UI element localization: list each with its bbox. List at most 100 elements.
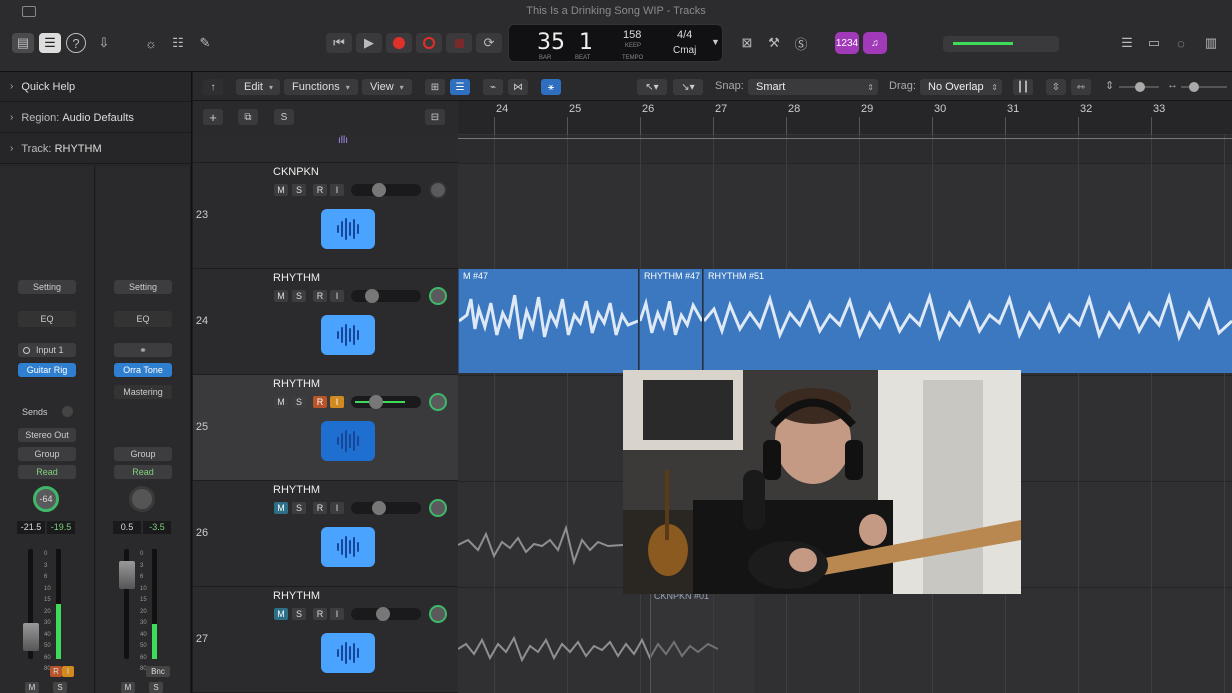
- setting-button[interactable]: Setting: [114, 280, 172, 294]
- solo-icon[interactable]: Ⓢ: [790, 33, 812, 53]
- bar-ruler[interactable]: 24 25 26 27 28 29 30 31 32 33: [458, 101, 1232, 135]
- mute-button[interactable]: M: [274, 290, 288, 302]
- sends-knob[interactable]: [62, 406, 73, 417]
- browser-icon[interactable]: ▥: [1200, 33, 1222, 53]
- record-icon[interactable]: [386, 33, 412, 53]
- track-pan-knob[interactable]: [429, 393, 447, 411]
- pointer-tool-icon[interactable]: ↖▾: [637, 79, 667, 95]
- volume-thumb[interactable]: [376, 607, 390, 621]
- up-arrow-icon[interactable]: ↑: [203, 79, 223, 95]
- track-header[interactable]: 26 RHYTHM M S R I: [193, 481, 458, 587]
- track-name[interactable]: RHYTHM: [273, 378, 320, 390]
- audio-region[interactable]: RHYTHM #51: [703, 269, 1232, 373]
- edit-menu[interactable]: Edit ▾: [236, 79, 280, 95]
- volume-thumb[interactable]: [372, 501, 386, 515]
- track-volume-slider[interactable]: [351, 501, 421, 515]
- output-slot[interactable]: Stereo Out: [18, 428, 76, 442]
- snap-select[interactable]: Smart ⇕: [748, 79, 878, 95]
- lcd-menu-chevron-icon[interactable]: ▼: [711, 37, 720, 47]
- audio-region[interactable]: M #47: [458, 269, 638, 373]
- input-monitor-button[interactable]: I: [62, 666, 74, 677]
- volume-thumb[interactable]: [369, 395, 383, 409]
- plugin-slot-guitar-rig[interactable]: Guitar Rig: [18, 363, 76, 377]
- record-enable-button[interactable]: R: [313, 290, 327, 302]
- track-pan-knob[interactable]: [429, 287, 447, 305]
- track-pan-knob[interactable]: [429, 499, 447, 517]
- collapse-icon[interactable]: ⊟: [425, 109, 445, 125]
- track-volume-slider[interactable]: [351, 395, 421, 409]
- track-name[interactable]: CKNPKN: [273, 166, 319, 178]
- functions-menu[interactable]: Functions ▾: [284, 79, 358, 95]
- volume-fader[interactable]: [23, 623, 39, 651]
- record-enable-button[interactable]: R: [313, 396, 327, 408]
- record-enable-button[interactable]: R: [313, 502, 327, 514]
- stereo-link-icon[interactable]: ⚭: [114, 343, 172, 357]
- solo-button[interactable]: S: [53, 682, 67, 693]
- volume-fader[interactable]: [119, 561, 135, 589]
- record-enable-button[interactable]: R: [313, 184, 327, 196]
- track-header[interactable]: 27 RHYTHM M S R I: [193, 587, 458, 693]
- toolbar-toggle-icon[interactable]: ☰: [39, 33, 61, 53]
- tuner-icon[interactable]: ⚒: [763, 33, 785, 53]
- eq-button[interactable]: EQ: [114, 311, 172, 327]
- download-icon[interactable]: ⇩: [93, 33, 115, 53]
- track-volume-slider[interactable]: [351, 183, 421, 197]
- track-volume-slider[interactable]: [351, 607, 421, 621]
- region-row[interactable]: › Region: Audio Defaults: [0, 103, 191, 133]
- stop-icon[interactable]: [446, 33, 472, 53]
- mixer-icon[interactable]: ☷: [167, 33, 189, 53]
- pencil-tool-icon[interactable]: ↘▾: [673, 79, 703, 95]
- solo-button[interactable]: S: [292, 396, 306, 408]
- sends-label[interactable]: Sends: [22, 407, 48, 417]
- record-enable-button[interactable]: R: [313, 608, 327, 620]
- solo-button[interactable]: S: [292, 290, 306, 302]
- solo-button[interactable]: S: [292, 184, 306, 196]
- mute-button[interactable]: M: [274, 502, 288, 514]
- lcd-display[interactable]: 35 1 BAR BEAT 158 KEEP TEMPO 4/4 Cmaj ▼: [508, 24, 723, 62]
- loop-browser-icon[interactable]: ◌: [1170, 33, 1192, 53]
- drag-select[interactable]: No Overlap ⇕: [920, 79, 1002, 95]
- track-name[interactable]: RHYTHM: [273, 590, 320, 602]
- cycle-icon[interactable]: ⟳: [476, 33, 502, 53]
- list-view-icon[interactable]: ☰: [450, 79, 470, 95]
- track-pan-knob[interactable]: [429, 605, 447, 623]
- mute-button[interactable]: M: [274, 396, 288, 408]
- record-enable-button[interactable]: R: [50, 666, 62, 677]
- plugin-slot-orra-tone[interactable]: Orra Tone: [114, 363, 172, 377]
- mute-button[interactable]: M: [25, 682, 39, 693]
- track-header[interactable]: 25 RHYTHM M S R I: [193, 375, 458, 481]
- add-track-button[interactable]: +: [203, 109, 223, 125]
- eq-button[interactable]: EQ: [18, 311, 76, 327]
- duplicate-track-icon[interactable]: ⧉: [238, 109, 258, 125]
- quick-help-icon[interactable]: ?: [66, 33, 86, 53]
- count-in-button[interactable]: 1234: [835, 32, 859, 54]
- horizontal-zoom-slider[interactable]: [1181, 82, 1227, 92]
- auto-punch-icon[interactable]: ⊠: [736, 33, 758, 53]
- list-editors-icon[interactable]: ☰: [1116, 33, 1138, 53]
- input-slot[interactable]: Input 1: [18, 343, 76, 357]
- setting-button[interactable]: Setting: [18, 280, 76, 294]
- master-volume-slider[interactable]: [943, 36, 1059, 52]
- library-icon[interactable]: ▤: [12, 33, 34, 53]
- bounce-button[interactable]: Bnc: [146, 666, 170, 677]
- audio-region[interactable]: RHYTHM #47: [639, 269, 702, 373]
- solo-button[interactable]: S: [292, 608, 306, 620]
- input-monitor-button[interactable]: I: [330, 184, 344, 196]
- brightness-icon[interactable]: ☼: [140, 33, 162, 53]
- automation-mode[interactable]: Read: [114, 465, 172, 479]
- track-header[interactable]: 24 RHYTHM M S R I: [193, 269, 458, 375]
- vertical-zoom-slider[interactable]: [1119, 82, 1159, 92]
- track-name[interactable]: RHYTHM: [273, 272, 320, 284]
- flex-icon[interactable]: ⋈: [508, 79, 528, 95]
- input-monitor-button[interactable]: I: [330, 608, 344, 620]
- global-solo-button[interactable]: S: [274, 109, 294, 125]
- vertical-fit-icon[interactable]: ⇳: [1046, 79, 1066, 95]
- solo-button[interactable]: S: [149, 682, 163, 693]
- mute-button[interactable]: M: [274, 608, 288, 620]
- play-icon[interactable]: ▶: [356, 33, 382, 53]
- mute-button[interactable]: M: [121, 682, 135, 693]
- mute-button[interactable]: M: [274, 184, 288, 196]
- group-slot[interactable]: Group: [114, 447, 172, 461]
- pan-knob[interactable]: [129, 486, 155, 512]
- pencil-icon[interactable]: ✎: [194, 33, 216, 53]
